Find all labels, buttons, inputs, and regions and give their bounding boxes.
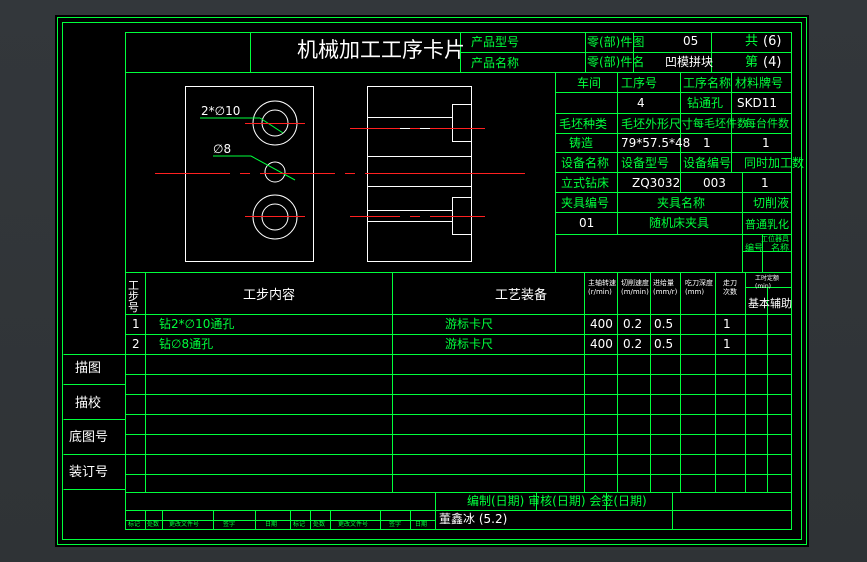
footer-sign-row: 编制(日期) 审核(日期) 会签(日期)	[467, 494, 647, 508]
page-value: (4)	[763, 55, 782, 70]
fixture-no-label: 夹具编号	[561, 196, 610, 210]
col-passes-header: 走刀次数	[723, 279, 737, 297]
simul-value: 1	[761, 176, 769, 190]
side-draw-label: 描图	[75, 361, 102, 376]
pieces-per-blank-label: 每毛坯件数	[693, 117, 748, 130]
col-time-header: 工时定额 (min)	[755, 275, 780, 290]
cad-viewport[interactable]: 机械加工工序卡片 产品型号 产品名称 零(部)件图 05 零(部)件名 凹模拼块…	[0, 0, 867, 562]
row2-passes: 1	[723, 337, 731, 351]
blank-type-value: 铸造	[569, 136, 594, 150]
col-speed-header: 切削速度 (m/min)	[621, 279, 649, 297]
part-name-value: 凹模拼块	[665, 55, 714, 69]
row2-speed: 0.2	[623, 337, 643, 351]
row2-content: 钻∅8通孔	[159, 337, 214, 351]
side-bind-no-label: 装订号	[69, 465, 109, 480]
part-no-value: 05	[683, 34, 699, 48]
part-name-label: 零(部)件名	[587, 55, 645, 69]
row1-equip: 游标卡尺	[445, 317, 494, 331]
col-spindle-header: 主轴转速 (r/min)	[588, 279, 616, 297]
center-lines	[155, 123, 525, 217]
pieces-per-blank-value: 1	[703, 136, 711, 150]
part-no-label: 零(部)件图	[587, 35, 645, 49]
product-name-label: 产品名称	[471, 56, 520, 70]
row2-equip: 游标卡尺	[445, 337, 494, 351]
col-depth-header: 吃刀深度 (mm)	[685, 279, 713, 297]
equip-name-value: 立式钻床	[561, 176, 610, 190]
footer-mark-6: 标记	[293, 521, 306, 528]
col-feed-header: 进给量 (mm/r)	[653, 279, 678, 297]
row1-content: 钻2*∅10通孔	[159, 317, 235, 331]
footer-mark-10: 日期	[415, 521, 428, 528]
col-equip-header: 工艺装备	[495, 288, 548, 303]
row2-spindle: 400	[590, 337, 613, 351]
coolant-value: 普通乳化	[745, 218, 789, 231]
op-no-value: 4	[637, 96, 645, 110]
equip-name-label: 设备名称	[561, 156, 610, 170]
op-name-value: 钻通孔	[687, 96, 724, 110]
row1-passes: 1	[723, 317, 731, 331]
card-title: 机械加工工序卡片	[297, 38, 465, 62]
dimension-2x10: 2*∅10	[201, 104, 241, 118]
side-check-label: 描校	[75, 396, 102, 411]
row1-step: 1	[132, 317, 140, 331]
pieces-per-unit-value: 1	[762, 136, 770, 150]
row1-speed: 0.2	[623, 317, 643, 331]
blank-size-label: 毛坯外形尺寸	[621, 117, 694, 131]
simul-label: 同时加工数	[744, 156, 805, 170]
footer-mark-1: 标记	[128, 521, 141, 528]
total-label: 共	[745, 34, 759, 49]
row2-feed: 0.5	[654, 337, 674, 351]
product-model-label: 产品型号	[471, 35, 520, 49]
blank-size-value: 79*57.5*48	[621, 136, 691, 150]
equip-no-value: 003	[703, 176, 726, 190]
row1-feed: 0.5	[654, 317, 674, 331]
col-basic-header: 基本	[748, 297, 770, 310]
dimension-8: ∅8	[213, 142, 232, 156]
op-no-label: 工序号	[621, 76, 658, 90]
col-aux-header: 辅助	[770, 297, 792, 310]
fixture-small-label: 工位器具	[761, 235, 789, 243]
fixture-name-value: 随机床夹具	[649, 216, 710, 230]
fixture-small-name: 名称	[771, 244, 790, 254]
drawing-sheet: 机械加工工序卡片 产品型号 产品名称 零(部)件图 05 零(部)件名 凹模拼块…	[55, 15, 809, 547]
side-base-no-label: 底图号	[69, 430, 109, 445]
row2-step: 2	[132, 337, 140, 351]
footer-mark-9: 签字	[389, 521, 402, 528]
material-value: SKD11	[737, 96, 777, 110]
equip-model-value: ZQ3032	[632, 176, 681, 190]
footer-mark-7: 处数	[313, 521, 326, 528]
page-label: 第	[745, 55, 759, 70]
col-content-header: 工步内容	[243, 288, 296, 303]
footer-mark-4: 签字	[223, 521, 236, 528]
equip-model-label: 设备型号	[621, 156, 670, 170]
fixture-name-label: 夹具名称	[657, 196, 706, 210]
pieces-per-unit-label: 每台件数	[745, 117, 789, 130]
blank-type-label: 毛坯种类	[559, 117, 608, 131]
workshop-label: 车间	[577, 76, 602, 90]
footer-mark-2: 处数	[147, 521, 160, 528]
footer-mark-8: 更改文件号	[338, 521, 369, 528]
fixture-small-no: 编号	[745, 244, 764, 254]
equip-no-label: 设备编号	[683, 156, 732, 170]
fixture-no-value: 01	[579, 216, 595, 230]
total-value: (6)	[763, 34, 782, 49]
op-name-label: 工序名称	[683, 76, 732, 90]
row1-spindle: 400	[590, 317, 613, 331]
material-label: 材料牌号	[735, 76, 784, 90]
footer-mark-3: 更改文件号	[169, 521, 200, 528]
footer-mark-5: 日期	[265, 521, 278, 528]
footer-author: 董鑫冰 (5.2)	[439, 512, 508, 526]
coolant-label: 切削液	[753, 196, 790, 210]
col-step-header: 工步号	[128, 279, 139, 314]
